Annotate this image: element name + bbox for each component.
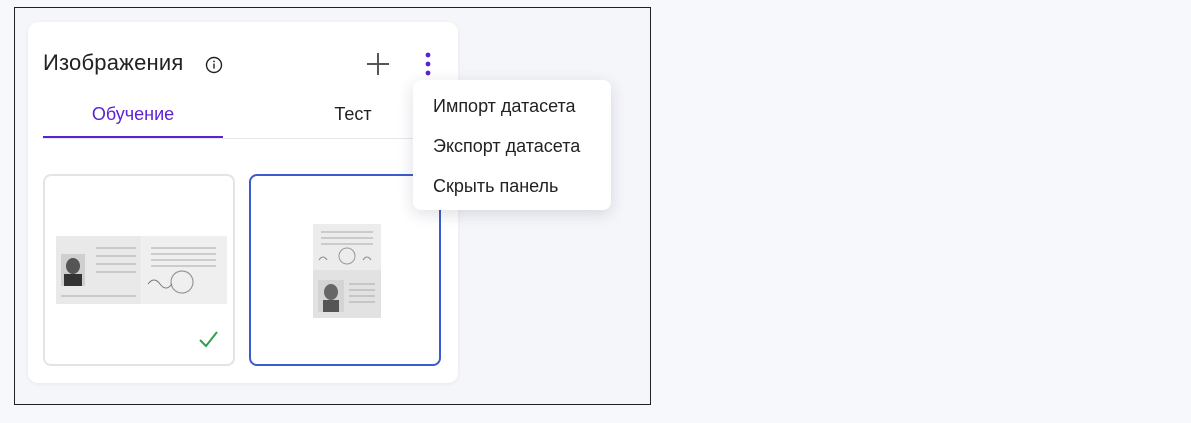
tab-bar: Обучение Тест (43, 100, 443, 139)
passport-thumbnail (56, 236, 227, 304)
menu-item-import-dataset[interactable]: Импорт датасета (433, 96, 576, 117)
passport-thumbnail (313, 224, 381, 318)
menu-item-export-dataset[interactable]: Экспорт датасета (433, 136, 580, 157)
check-icon (199, 331, 218, 348)
context-menu: Импорт датасета Экспорт датасета Скрыть … (413, 80, 611, 210)
add-image-button[interactable] (362, 48, 394, 80)
info-icon[interactable] (205, 56, 223, 74)
tab-training[interactable]: Обучение (43, 100, 223, 138)
more-options-button[interactable] (418, 50, 438, 80)
menu-item-hide-panel[interactable]: Скрыть панель (433, 176, 558, 197)
panel-title: Изображения (43, 50, 184, 75)
image-card[interactable] (43, 174, 235, 366)
images-panel: Изображения Обучение Тест (28, 22, 458, 383)
